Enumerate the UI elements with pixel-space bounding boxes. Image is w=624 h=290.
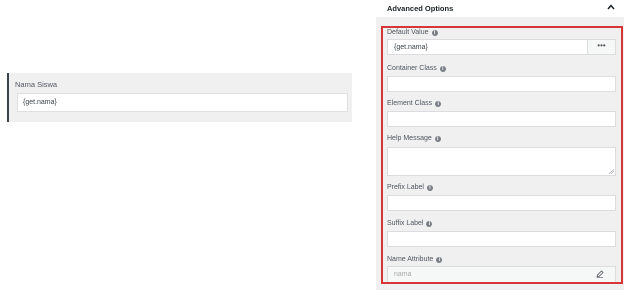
info-icon: i [434,135,441,142]
info-icon: i [436,256,443,263]
info-icon: i [426,184,433,191]
panel-title: Advanced Options [387,4,454,13]
resize-handle-icon[interactable] [609,169,614,174]
prefix-label-label: Prefix Label i [387,184,433,191]
field-preview: Nama Siswa {get.nama} [7,73,352,122]
chevron-up-icon[interactable] [607,4,615,10]
container-class-input[interactable] [387,76,616,92]
container-class-label: Container Class i [387,65,446,72]
info-icon: i [426,220,433,227]
name-attribute-input[interactable]: nama [387,266,616,283]
info-icon: i [435,100,442,107]
suffix-label-input[interactable] [387,231,616,247]
info-icon: i [439,65,446,72]
help-message-label: Help Message i [387,135,441,142]
info-icon: i [431,29,438,36]
element-class-input[interactable] [387,111,616,127]
element-class-label: Element Class i [387,100,442,107]
default-value-input[interactable]: {get.nama} [387,39,616,55]
more-options-button[interactable]: ••• [587,40,615,54]
name-attribute-label: Name Attribute i [387,256,443,263]
suffix-label-label: Suffix Label i [387,220,433,227]
preview-input[interactable]: {get.nama} [17,93,348,112]
help-message-textarea[interactable] [387,147,616,176]
preview-label: Nama Siswa [15,80,58,89]
prefix-label-input[interactable] [387,195,616,211]
default-value-label: Default Value i [387,29,438,36]
pencil-icon[interactable] [596,270,604,278]
panel-header[interactable]: Advanced Options [376,0,624,17]
